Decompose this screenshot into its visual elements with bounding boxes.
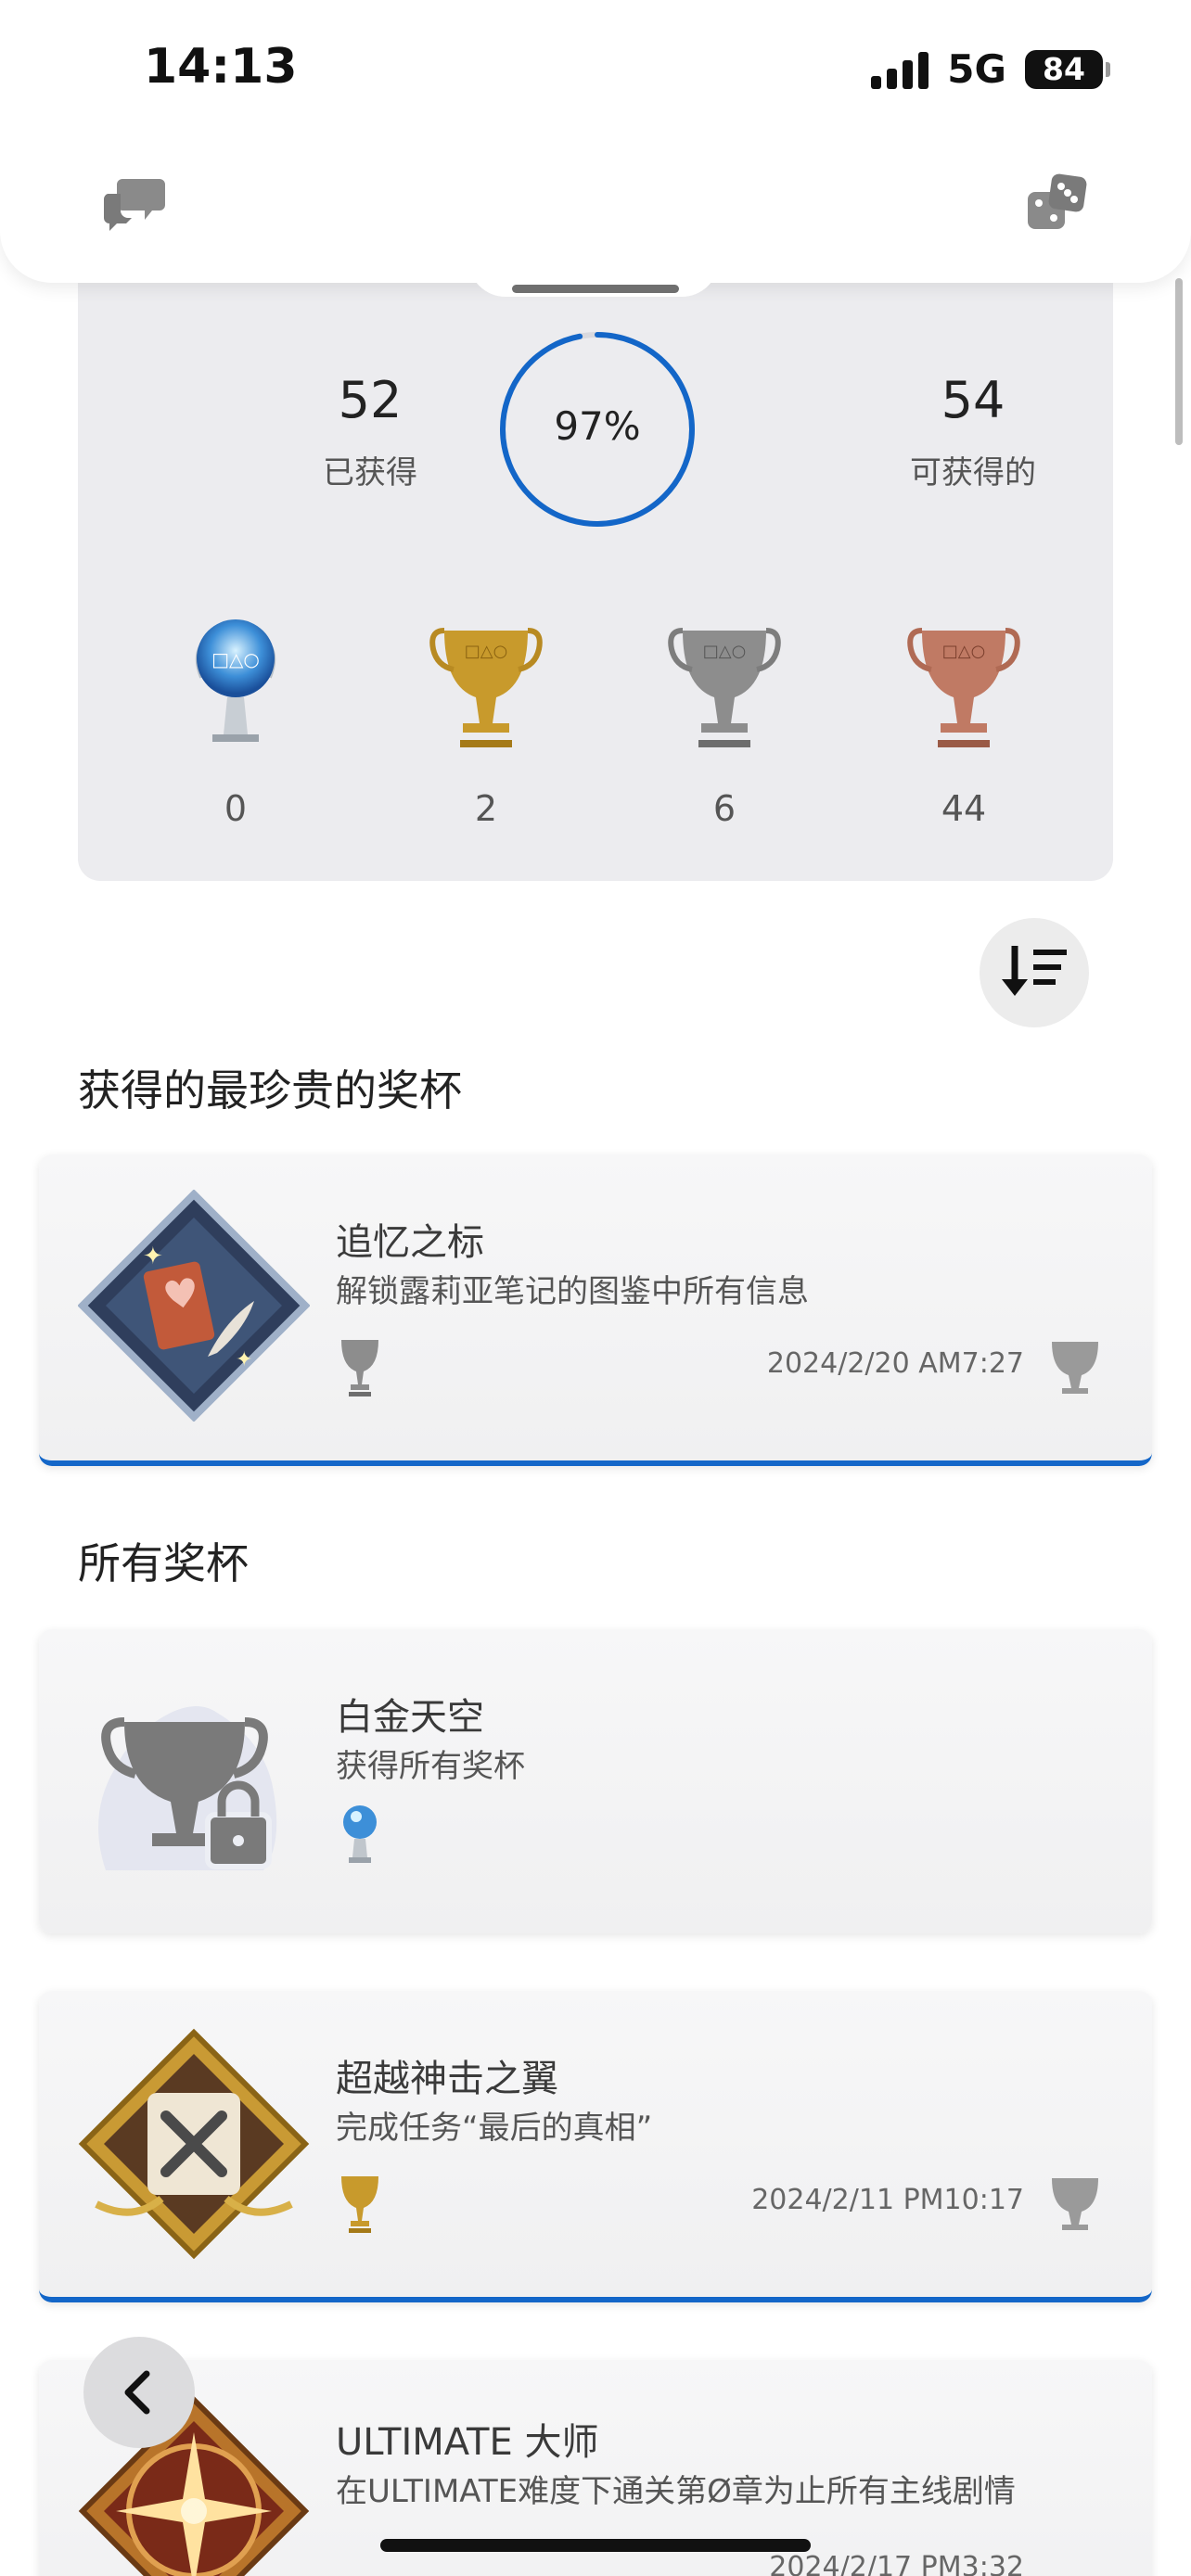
rarest-section-title: 获得的最珍贵的奖杯 xyxy=(78,1065,462,1116)
bronze-trophy-icon: □△○ xyxy=(899,612,1029,755)
svg-text:□△○: □△○ xyxy=(211,648,260,670)
top-header: 14:13 5G 84 xyxy=(0,0,1191,283)
trophy-status-icon xyxy=(1052,2178,1098,2230)
drag-handle[interactable] xyxy=(512,285,679,293)
battery-icon: 84 xyxy=(1025,49,1110,89)
earned-date: 2024/2/20 AM7:27 xyxy=(766,1347,1024,1380)
earned-date: 2024/2/17 PM3:32 xyxy=(769,2551,1024,2576)
network-type: 5G xyxy=(947,46,1006,92)
earned-count: 52 xyxy=(338,371,403,429)
trophy-description: 在ULTIMATE难度下通关第Ø章为止所有主线剧情 xyxy=(336,2473,1016,2510)
svg-text:✦: ✦ xyxy=(236,1348,252,1371)
platinum-trophy-icon: □△○ xyxy=(171,612,301,755)
chat-bubbles-icon[interactable] xyxy=(102,172,167,236)
scroll-swords-trophy-icon xyxy=(78,2028,310,2260)
trophy-description: 解锁露莉亚笔记的图鉴中所有信息 xyxy=(336,1273,809,1310)
trophy-description: 完成任务“最后的真相” xyxy=(336,2110,653,2147)
progress-percent: 97% xyxy=(554,403,641,449)
all-trophies-section-title: 所有奖杯 xyxy=(78,1538,249,1588)
sort-icon xyxy=(1002,946,1067,996)
scrollbar[interactable] xyxy=(1175,278,1183,445)
home-indicator[interactable] xyxy=(380,2539,811,2552)
gold-grade-icon xyxy=(341,2176,378,2233)
gold-count: 2 xyxy=(474,788,498,829)
gold-trophy-icon: □△○ xyxy=(421,612,551,755)
earned-date: 2024/2/11 PM10:17 xyxy=(751,2184,1024,2216)
svg-text:□△○: □△○ xyxy=(703,642,747,661)
bronze-count: 44 xyxy=(941,788,987,829)
svg-text:□△○: □△○ xyxy=(942,642,986,661)
trophy-title: 追忆之标 xyxy=(336,1221,484,1264)
trophy-card-gold[interactable]: 超越神击之翼 完成任务“最后的真相” 2024/2/11 PM10:17 xyxy=(39,1991,1152,2302)
trophy-title: ULTIMATE 大师 xyxy=(336,2421,599,2464)
status-time: 14:13 xyxy=(144,39,298,95)
dice-icon[interactable] xyxy=(1024,172,1089,236)
notebook-trophy-icon: ✦ ✦ xyxy=(78,1190,310,1422)
trophy-title: 超越神击之翼 xyxy=(336,2058,558,2100)
back-chevron-icon xyxy=(124,2370,150,2415)
available-count: 54 xyxy=(941,371,1005,429)
trophy-title: 白金天空 xyxy=(336,1696,484,1739)
earned-label: 已获得 xyxy=(323,454,417,491)
back-button[interactable] xyxy=(83,2337,195,2448)
platinum-grade-icon xyxy=(343,1805,377,1863)
rarest-trophy-card[interactable]: ✦ ✦ 追忆之标 解锁露莉亚笔记的图鉴中所有信息 2024/2/20 AM7:2… xyxy=(39,1154,1152,1466)
silver-grade-icon xyxy=(341,1340,378,1396)
status-indicators: 5G 84 xyxy=(871,46,1110,92)
trophy-summary-panel: 52 已获得 97% 54 可获得的 □△○ 0 □△○ 2 □△○ 6 □△○… xyxy=(78,223,1113,881)
svg-text:□△○: □△○ xyxy=(465,642,508,661)
trophy-card-platinum[interactable]: 白金天空 获得所有奖杯 xyxy=(39,1629,1152,1933)
available-label: 可获得的 xyxy=(910,454,1036,491)
sort-button[interactable] xyxy=(980,918,1089,1027)
svg-text:✦: ✦ xyxy=(143,1243,163,1270)
trophy-status-icon xyxy=(1052,1342,1098,1394)
locked-trophy-icon xyxy=(98,1706,277,1870)
silver-trophy-icon: □△○ xyxy=(660,612,789,755)
trophy-description: 获得所有奖杯 xyxy=(336,1748,525,1785)
silver-count: 6 xyxy=(712,788,736,829)
platinum-count: 0 xyxy=(224,788,248,829)
signal-icon xyxy=(871,50,929,89)
